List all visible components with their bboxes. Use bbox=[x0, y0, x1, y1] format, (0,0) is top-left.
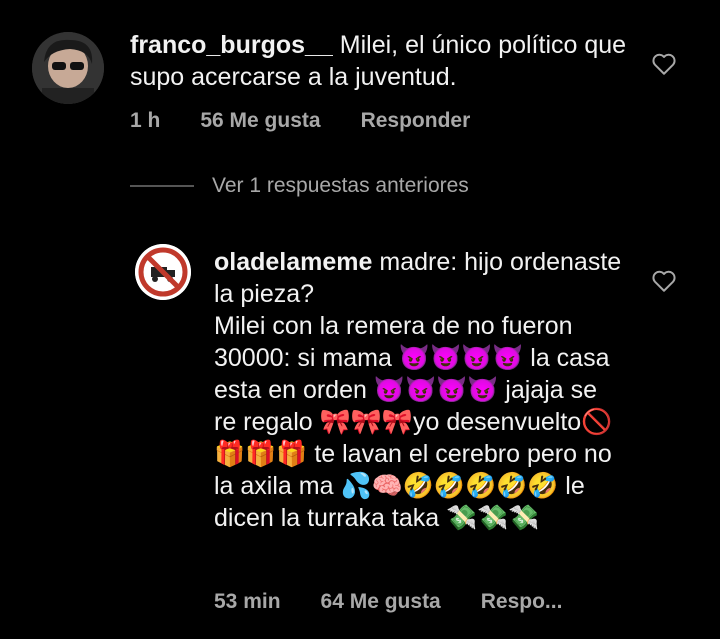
comment-time: 53 min bbox=[214, 590, 281, 613]
comment-text: franco_burgos__ Milei, el único político… bbox=[130, 29, 630, 93]
comment-text: oladelameme madre: hijo ordenaste la pie… bbox=[214, 246, 624, 534]
comment-username[interactable]: oladelameme bbox=[214, 248, 372, 276]
comment-meta: 1 h 56 Me gusta Responder bbox=[130, 109, 470, 133]
heart-icon[interactable] bbox=[651, 269, 677, 293]
reply-button[interactable]: Respo... bbox=[481, 590, 563, 614]
comment-time: 1 h bbox=[130, 109, 161, 132]
avatar[interactable] bbox=[32, 32, 104, 104]
comment-body-line: Milei con la remera de no fueron 30000: … bbox=[214, 312, 613, 532]
comment-likes[interactable]: 56 Me gusta bbox=[200, 109, 320, 133]
view-previous-replies-label[interactable]: Ver 1 respuestas anteriores bbox=[212, 174, 469, 198]
reply-button[interactable]: Responder bbox=[361, 109, 471, 133]
avatar[interactable] bbox=[135, 244, 191, 300]
comment-username[interactable]: franco_burgos__ bbox=[130, 31, 333, 59]
heart-icon[interactable] bbox=[651, 52, 677, 76]
view-previous-replies[interactable]: Ver 1 respuestas anteriores bbox=[130, 174, 469, 198]
comment-meta: 53 min 64 Me gusta Respo... bbox=[214, 590, 562, 614]
comment-likes[interactable]: 64 Me gusta bbox=[321, 590, 441, 614]
replies-divider bbox=[130, 185, 194, 187]
